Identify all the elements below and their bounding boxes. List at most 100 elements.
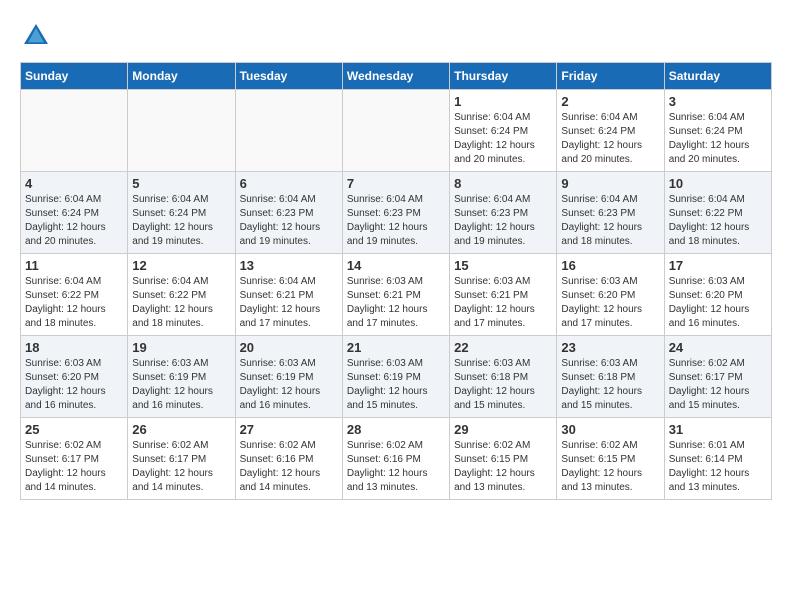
calendar-cell: 5 Sunrise: 6:04 AM Sunset: 6:24 PM Daylig…: [128, 172, 235, 254]
calendar-header-sunday: Sunday: [21, 63, 128, 90]
day-number: 4: [25, 176, 123, 191]
day-number: 1: [454, 94, 552, 109]
day-number: 7: [347, 176, 445, 191]
calendar-cell: 27Sunrise: 6:02 AM Sunset: 6:16 PM Dayli…: [235, 418, 342, 500]
calendar-cell: 21 Sunrise: 6:03 AM Sunset: 6:19 PM Dayli…: [342, 336, 449, 418]
day-number: 2: [561, 94, 659, 109]
calendar-cell: 28Sunrise: 6:02 AM Sunset: 6:16 PM Dayli…: [342, 418, 449, 500]
day-info: Sunrise: 6:02 AM Sunset: 6:15 PM Dayligh…: [454, 439, 552, 495]
day-info: Sunrise: 6:04 AM Sunset: 6:22 PM Dayligh…: [132, 275, 230, 331]
calendar-cell: [128, 90, 235, 172]
calendar-cell: 11Sunrise: 6:04 AM Sunset: 6:22 PM Dayli…: [21, 254, 128, 336]
calendar-header-tuesday: Tuesday: [235, 63, 342, 90]
day-info: Sunrise: 6:04 AM Sunset: 6:23 PM Dayligh…: [561, 193, 659, 249]
day-info: Sunrise: 6:04 AM Sunset: 6:24 PM Dayligh…: [25, 193, 123, 249]
day-info: Sunrise: 6:03 AM Sunset: 6:19 PM Dayligh…: [132, 357, 230, 413]
calendar-cell: [235, 90, 342, 172]
day-info: Sunrise: 6:03 AM Sunset: 6:19 PM Dayligh…: [240, 357, 338, 413]
day-number: 25: [25, 422, 123, 437]
page-header: [20, 20, 772, 52]
day-number: 6: [240, 176, 338, 191]
calendar-table: SundayMondayTuesdayWednesdayThursdayFrid…: [20, 62, 772, 500]
calendar-week-row: 1 Sunrise: 6:04 AM Sunset: 6:24 PM Daylig…: [21, 90, 772, 172]
day-info: Sunrise: 6:04 AM Sunset: 6:24 PM Dayligh…: [669, 111, 767, 167]
calendar-week-row: 4 Sunrise: 6:04 AM Sunset: 6:24 PM Daylig…: [21, 172, 772, 254]
calendar-cell: 1 Sunrise: 6:04 AM Sunset: 6:24 PM Daylig…: [450, 90, 557, 172]
day-number: 24: [669, 340, 767, 355]
calendar-cell: 6 Sunrise: 6:04 AM Sunset: 6:23 PM Daylig…: [235, 172, 342, 254]
calendar-cell: 12 Sunrise: 6:04 AM Sunset: 6:22 PM Dayli…: [128, 254, 235, 336]
day-info: Sunrise: 6:04 AM Sunset: 6:24 PM Dayligh…: [132, 193, 230, 249]
day-info: Sunrise: 6:03 AM Sunset: 6:21 PM Dayligh…: [347, 275, 445, 331]
day-number: 12: [132, 258, 230, 273]
calendar-cell: 17 Sunrise: 6:03 AM Sunset: 6:20 PM Dayli…: [664, 254, 771, 336]
day-info: Sunrise: 6:03 AM Sunset: 6:18 PM Dayligh…: [454, 357, 552, 413]
calendar-cell: 7 Sunrise: 6:04 AM Sunset: 6:23 PM Daylig…: [342, 172, 449, 254]
day-info: Sunrise: 6:02 AM Sunset: 6:16 PM Dayligh…: [240, 439, 338, 495]
calendar-header-thursday: Thursday: [450, 63, 557, 90]
calendar-cell: 31 Sunrise: 6:01 AM Sunset: 6:14 PM Dayli…: [664, 418, 771, 500]
day-number: 3: [669, 94, 767, 109]
day-number: 18: [25, 340, 123, 355]
calendar-cell: 23Sunrise: 6:03 AM Sunset: 6:18 PM Dayli…: [557, 336, 664, 418]
calendar-cell: 14 Sunrise: 6:03 AM Sunset: 6:21 PM Dayli…: [342, 254, 449, 336]
calendar-cell: 9 Sunrise: 6:04 AM Sunset: 6:23 PM Daylig…: [557, 172, 664, 254]
day-info: Sunrise: 6:02 AM Sunset: 6:17 PM Dayligh…: [669, 357, 767, 413]
day-number: 10: [669, 176, 767, 191]
day-info: Sunrise: 6:02 AM Sunset: 6:15 PM Dayligh…: [561, 439, 659, 495]
day-number: 17: [669, 258, 767, 273]
day-info: Sunrise: 6:03 AM Sunset: 6:20 PM Dayligh…: [25, 357, 123, 413]
calendar-header-monday: Monday: [128, 63, 235, 90]
calendar-cell: 16 Sunrise: 6:03 AM Sunset: 6:20 PM Dayli…: [557, 254, 664, 336]
calendar-cell: 20 Sunrise: 6:03 AM Sunset: 6:19 PM Dayli…: [235, 336, 342, 418]
day-number: 9: [561, 176, 659, 191]
calendar-cell: 2 Sunrise: 6:04 AM Sunset: 6:24 PM Daylig…: [557, 90, 664, 172]
calendar-week-row: 25Sunrise: 6:02 AM Sunset: 6:17 PM Dayli…: [21, 418, 772, 500]
day-number: 22: [454, 340, 552, 355]
calendar-cell: 4 Sunrise: 6:04 AM Sunset: 6:24 PM Daylig…: [21, 172, 128, 254]
day-number: 11: [25, 258, 123, 273]
day-number: 15: [454, 258, 552, 273]
day-info: Sunrise: 6:04 AM Sunset: 6:23 PM Dayligh…: [240, 193, 338, 249]
calendar-cell: 30 Sunrise: 6:02 AM Sunset: 6:15 PM Dayli…: [557, 418, 664, 500]
calendar-cell: 13Sunrise: 6:04 AM Sunset: 6:21 PM Dayli…: [235, 254, 342, 336]
day-number: 16: [561, 258, 659, 273]
day-info: Sunrise: 6:03 AM Sunset: 6:20 PM Dayligh…: [669, 275, 767, 331]
day-number: 14: [347, 258, 445, 273]
day-info: Sunrise: 6:04 AM Sunset: 6:24 PM Dayligh…: [454, 111, 552, 167]
day-info: Sunrise: 6:03 AM Sunset: 6:21 PM Dayligh…: [454, 275, 552, 331]
calendar-header-row: SundayMondayTuesdayWednesdayThursdayFrid…: [21, 63, 772, 90]
calendar-cell: 29 Sunrise: 6:02 AM Sunset: 6:15 PM Dayli…: [450, 418, 557, 500]
logo: [20, 20, 56, 52]
calendar-cell: 22 Sunrise: 6:03 AM Sunset: 6:18 PM Dayli…: [450, 336, 557, 418]
day-info: Sunrise: 6:04 AM Sunset: 6:22 PM Dayligh…: [669, 193, 767, 249]
calendar-cell: 15 Sunrise: 6:03 AM Sunset: 6:21 PM Dayli…: [450, 254, 557, 336]
day-number: 30: [561, 422, 659, 437]
logo-icon: [20, 20, 52, 52]
day-info: Sunrise: 6:04 AM Sunset: 6:24 PM Dayligh…: [561, 111, 659, 167]
day-info: Sunrise: 6:04 AM Sunset: 6:23 PM Dayligh…: [347, 193, 445, 249]
calendar-cell: 25Sunrise: 6:02 AM Sunset: 6:17 PM Dayli…: [21, 418, 128, 500]
day-number: 20: [240, 340, 338, 355]
day-number: 29: [454, 422, 552, 437]
day-number: 8: [454, 176, 552, 191]
day-info: Sunrise: 6:01 AM Sunset: 6:14 PM Dayligh…: [669, 439, 767, 495]
calendar-cell: 18 Sunrise: 6:03 AM Sunset: 6:20 PM Dayli…: [21, 336, 128, 418]
calendar-cell: 26Sunrise: 6:02 AM Sunset: 6:17 PM Dayli…: [128, 418, 235, 500]
calendar-cell: [342, 90, 449, 172]
calendar-cell: [21, 90, 128, 172]
calendar-cell: 19 Sunrise: 6:03 AM Sunset: 6:19 PM Dayli…: [128, 336, 235, 418]
calendar-cell: 24 Sunrise: 6:02 AM Sunset: 6:17 PM Dayli…: [664, 336, 771, 418]
day-info: Sunrise: 6:03 AM Sunset: 6:19 PM Dayligh…: [347, 357, 445, 413]
day-number: 21: [347, 340, 445, 355]
day-info: Sunrise: 6:04 AM Sunset: 6:21 PM Dayligh…: [240, 275, 338, 331]
day-info: Sunrise: 6:03 AM Sunset: 6:20 PM Dayligh…: [561, 275, 659, 331]
calendar-header-wednesday: Wednesday: [342, 63, 449, 90]
day-number: 5: [132, 176, 230, 191]
day-number: 19: [132, 340, 230, 355]
day-number: 23: [561, 340, 659, 355]
day-info: Sunrise: 6:04 AM Sunset: 6:23 PM Dayligh…: [454, 193, 552, 249]
day-number: 31: [669, 422, 767, 437]
day-number: 26: [132, 422, 230, 437]
calendar-cell: 8 Sunrise: 6:04 AM Sunset: 6:23 PM Daylig…: [450, 172, 557, 254]
